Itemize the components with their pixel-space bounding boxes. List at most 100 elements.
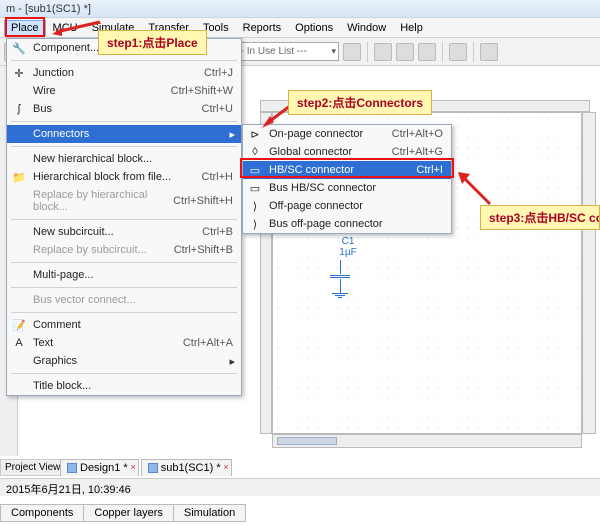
toolbar-help-icon[interactable]: [480, 43, 498, 61]
connector-icon: ▭: [247, 163, 263, 177]
menu-item-bus-offpage-connector[interactable]: ⟩ Bus off-page connector: [243, 215, 451, 233]
tab-simulation[interactable]: Simulation: [173, 504, 246, 522]
callout-step2: step2:点击Connectors: [288, 90, 432, 115]
menu-item-label: Comment: [33, 319, 81, 331]
callout-step3: step3:点击HB/SC connector: [480, 205, 600, 230]
tab-components[interactable]: Components: [0, 504, 84, 522]
component-ref: C1: [328, 236, 368, 247]
menu-item-label: Bus HB/SC connector: [269, 182, 376, 194]
menu-item-label: Replace by subcircuit...: [33, 244, 147, 256]
menu-item-bus[interactable]: ∫ Bus Ctrl+U: [7, 100, 241, 118]
menu-separator: [11, 373, 237, 374]
menu-separator: [11, 219, 237, 220]
menu-item-replace-subcircuit: Replace by subcircuit... Ctrl+Shift+B: [7, 241, 241, 259]
menu-item-label: Component...: [33, 42, 99, 54]
menu-item-label: New hierarchical block...: [33, 153, 152, 165]
menu-separator: [11, 262, 237, 263]
status-datetime: 2015年6月21日, 10:39:46: [6, 484, 131, 496]
menu-item-graphics[interactable]: Graphics: [7, 352, 241, 370]
bottom-tabs: Components Copper layers Simulation: [0, 504, 245, 522]
menu-item-wire[interactable]: Wire Ctrl+Shift+W: [7, 82, 241, 100]
toolbar-icon[interactable]: [396, 43, 414, 61]
callout-text: step2:点击Connectors: [297, 96, 423, 110]
scrollbar-thumb[interactable]: [277, 437, 337, 445]
menu-shortcut: Ctrl+I: [416, 164, 443, 176]
menu-separator: [11, 146, 237, 147]
menu-item-global-connector[interactable]: ◊ Global connector Ctrl+Alt+G: [243, 143, 451, 161]
tab-label: sub1(SC1) *: [161, 462, 221, 474]
scrollbar-horizontal[interactable]: [272, 434, 582, 448]
menu-reports[interactable]: Reports: [236, 20, 289, 36]
component-icon: 🔧: [11, 41, 27, 55]
menu-item-label: Connectors: [33, 128, 89, 140]
toolbar-icon[interactable]: [343, 43, 361, 61]
toolbar-icon[interactable]: [418, 43, 436, 61]
doc-icon: [148, 463, 158, 473]
connector-icon: ▭: [247, 181, 263, 195]
menu-shortcut: Ctrl+B: [202, 226, 233, 238]
menu-item-label: Global connector: [269, 146, 352, 158]
window-title: m - [sub1(SC1) *]: [6, 3, 594, 15]
callout-text: step1:点击Place: [107, 36, 198, 50]
ground-symbol[interactable]: [332, 292, 348, 299]
capacitor-symbol[interactable]: [330, 260, 350, 293]
bus-icon: ∫: [11, 102, 27, 116]
document-tabs: Design1 *× sub1(SC1) *×: [60, 459, 232, 476]
menu-item-bus-hbsc-connector[interactable]: ▭ Bus HB/SC connector: [243, 179, 451, 197]
menu-shortcut: Ctrl+U: [202, 103, 233, 115]
menu-item-label: Bus off-page connector: [269, 218, 383, 230]
project-view-tab[interactable]: Project View: [0, 459, 65, 476]
menu-item-comment[interactable]: 📝 Comment: [7, 316, 241, 334]
menu-item-label: New subcircuit...: [33, 226, 114, 238]
in-use-list-combo[interactable]: --- In Use List ---: [229, 42, 339, 61]
menu-item-label: Text: [33, 337, 53, 349]
menu-shortcut: Ctrl+Shift+B: [174, 244, 233, 256]
menu-place[interactable]: Place: [4, 20, 46, 36]
menu-item-offpage-connector[interactable]: ⟩ Off-page connector: [243, 197, 451, 215]
annotation-arrow: [52, 18, 102, 41]
menu-shortcut: Ctrl+J: [204, 67, 233, 79]
toolbar-separator: [473, 42, 474, 62]
tab-design1[interactable]: Design1 *×: [60, 459, 139, 476]
text-icon: A: [11, 336, 27, 350]
menu-help[interactable]: Help: [393, 20, 430, 36]
place-menu: 🔧 Component... ✛ Junction Ctrl+J Wire Ct…: [6, 38, 242, 396]
toolbar-icon[interactable]: [374, 43, 392, 61]
menu-item-label: Graphics: [33, 355, 77, 367]
menu-item-bus-vector: Bus vector connect...: [7, 291, 241, 309]
scrollbar-vertical[interactable]: [582, 112, 596, 434]
junction-icon: ✛: [11, 66, 27, 80]
menu-item-label: Multi-page...: [33, 269, 94, 281]
menu-item-new-subcircuit[interactable]: New subcircuit... Ctrl+B: [7, 223, 241, 241]
menu-item-connectors[interactable]: Connectors: [7, 125, 241, 143]
menu-item-junction[interactable]: ✛ Junction Ctrl+J: [7, 64, 241, 82]
close-icon[interactable]: ×: [130, 462, 135, 472]
menu-item-label: Off-page connector: [269, 200, 363, 212]
menu-item-label: HB/SC connector: [269, 164, 354, 176]
menu-shortcut: Ctrl+H: [202, 171, 233, 183]
toolbar-separator: [442, 42, 443, 62]
menu-options[interactable]: Options: [288, 20, 340, 36]
menu-item-title-block[interactable]: Title block...: [7, 377, 241, 395]
tab-label: Design1 *: [80, 462, 128, 474]
menu-item-hierarchical-file[interactable]: 📁 Hierarchical block from file... Ctrl+H: [7, 168, 241, 186]
menu-item-hbsc-connector[interactable]: ▭ HB/SC connector Ctrl+I: [243, 161, 451, 179]
menu-item-multipage[interactable]: Multi-page...: [7, 266, 241, 284]
connectors-submenu: ⊳ On-page connector Ctrl+Alt+O ◊ Global …: [242, 124, 452, 234]
menu-item-new-hierarchical[interactable]: New hierarchical block...: [7, 150, 241, 168]
connector-icon: ◊: [247, 145, 263, 159]
tab-copper-layers[interactable]: Copper layers: [83, 504, 173, 522]
close-icon[interactable]: ×: [223, 462, 228, 472]
menu-shortcut: Ctrl+Shift+W: [171, 85, 233, 97]
status-bar: 2015年6月21日, 10:39:46: [0, 478, 600, 496]
menu-item-label: Hierarchical block from file...: [33, 171, 171, 183]
menu-window[interactable]: Window: [340, 20, 393, 36]
menu-item-label: Bus: [33, 103, 52, 115]
toolbar-separator: [367, 42, 368, 62]
menu-shortcut: Ctrl+Alt+O: [392, 128, 443, 140]
toolbar-icon[interactable]: [449, 43, 467, 61]
comment-icon: 📝: [11, 318, 27, 332]
menu-shortcut: Ctrl+Shift+H: [173, 195, 233, 207]
menu-item-text[interactable]: A Text Ctrl+Alt+A: [7, 334, 241, 352]
tab-sub1[interactable]: sub1(SC1) *×: [141, 459, 232, 476]
